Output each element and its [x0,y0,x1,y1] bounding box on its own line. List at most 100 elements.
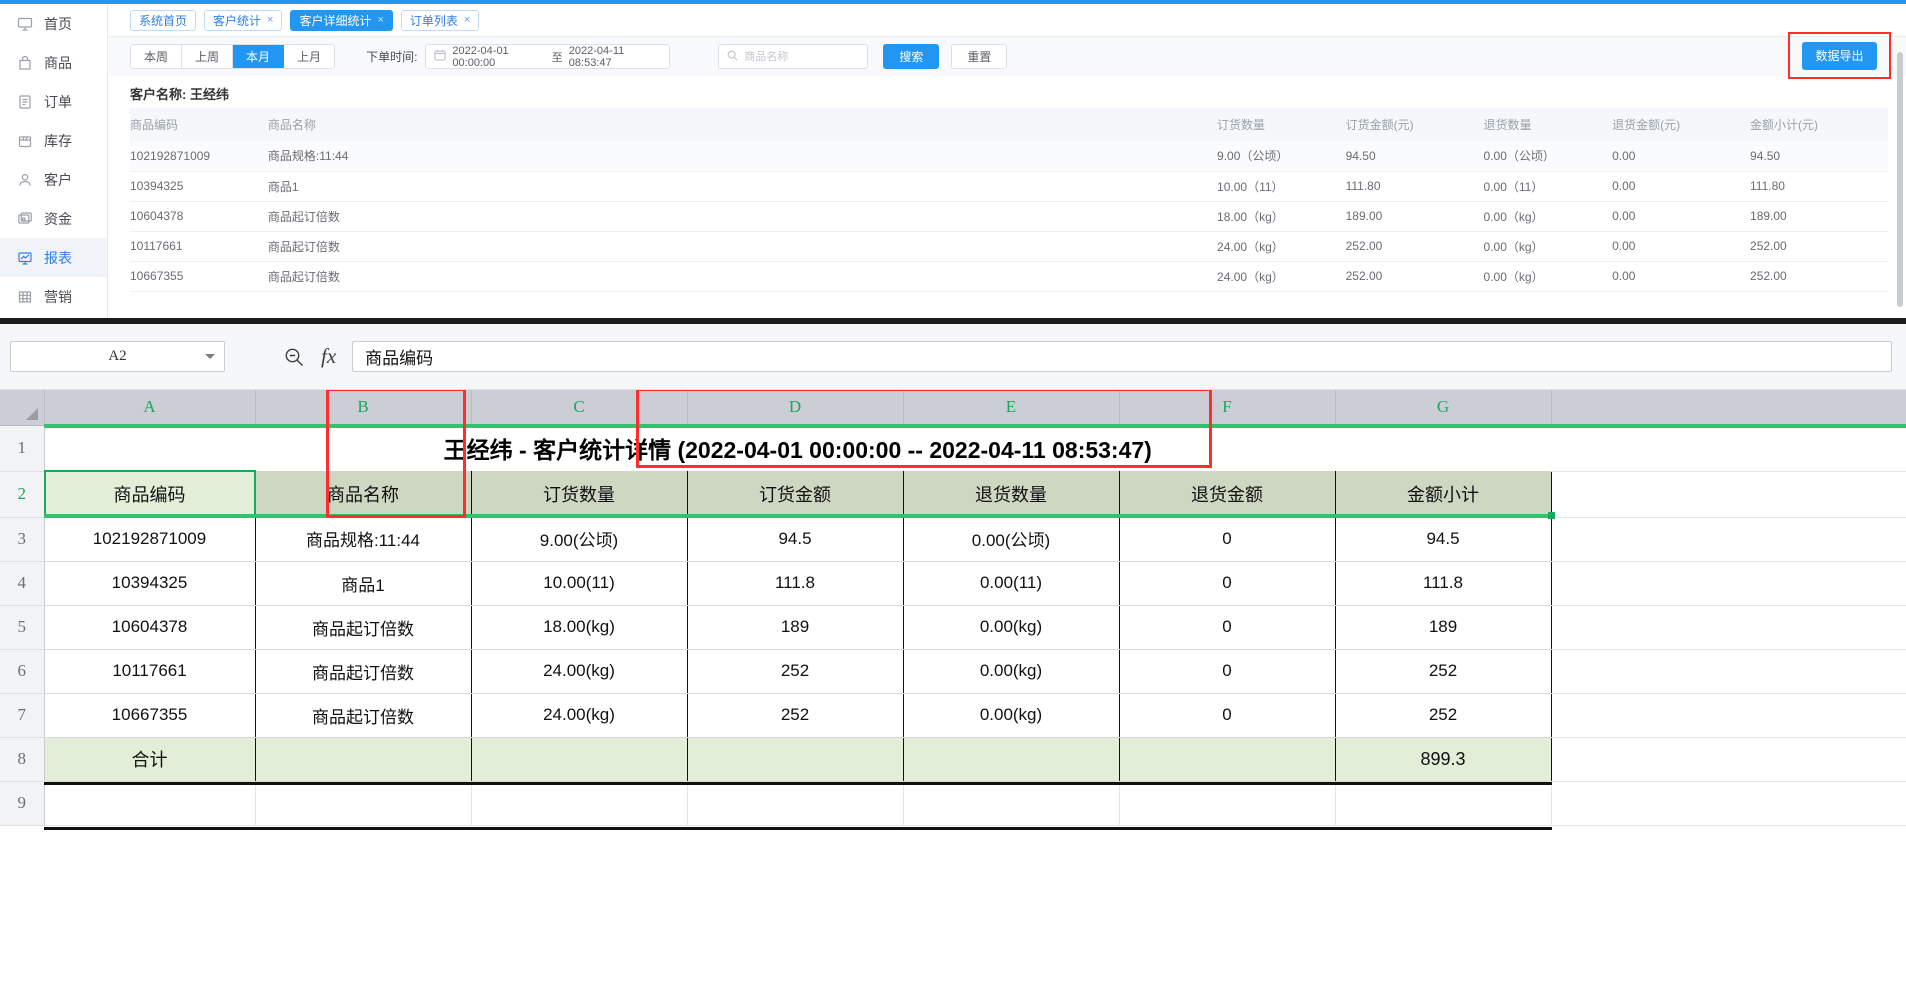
sheet-cell-f4[interactable]: 0 [1119,561,1335,605]
sheet-cell-b2[interactable]: 商品名称 [255,471,471,517]
sheet-cell-overflow[interactable] [1551,605,1906,649]
sidebar-item-finance[interactable]: 资金 [0,199,107,238]
sheet-cell-g6[interactable]: 252 [1335,649,1551,693]
sidebar-item-marketing[interactable]: 营销 [0,277,107,316]
select-all-corner[interactable] [0,390,44,425]
sheet-cell-a6[interactable]: 10117661 [44,649,255,693]
row-header-7[interactable]: 7 [0,693,44,737]
row-header-6[interactable]: 6 [0,649,44,693]
formula-input[interactable]: 商品编码 [352,341,1892,372]
sheet-cell-overflow[interactable] [1551,737,1906,781]
reset-button[interactable]: 重置 [951,44,1007,69]
app-scrollbar[interactable] [1897,52,1903,307]
close-icon[interactable]: × [377,14,383,26]
sheet-cell-d2[interactable]: 订货金额 [687,471,903,517]
sheet-cell-g3[interactable]: 94.5 [1335,517,1551,561]
tab-system-home[interactable]: 系统首页 [130,10,196,31]
sheet-cell-f9[interactable] [1119,781,1335,825]
sidebar-item-reports[interactable]: 报表 [0,238,107,277]
sheet-cell-a5[interactable]: 10604378 [44,605,255,649]
sheet-cell-f3[interactable]: 0 [1119,517,1335,561]
sheet-cell-e4[interactable]: 0.00(11) [903,561,1119,605]
sheet-cell-g4[interactable]: 111.8 [1335,561,1551,605]
sheet-cell-e9[interactable] [903,781,1119,825]
sheet-cell-b7[interactable]: 商品起订倍数 [255,693,471,737]
search-button[interactable]: 搜索 [883,44,939,69]
table-row[interactable]: 10667355 商品起订倍数 24.00（kg） 252.00 0.00（kg… [130,261,1888,291]
row-header-4[interactable]: 4 [0,561,44,605]
sheet-cell-a8[interactable]: 合计 [44,737,255,781]
sheet-cell-d5[interactable]: 189 [687,605,903,649]
column-header-c[interactable]: C [471,390,687,425]
tab-customer-stats[interactable]: 客户统计 × [204,10,282,31]
sheet-cell-b3[interactable]: 商品规格:11:44 [255,517,471,561]
chevron-down-icon[interactable] [205,354,215,359]
range-this-week[interactable]: 本周 [131,45,182,68]
sheet-cell-d8[interactable] [687,737,903,781]
name-box[interactable]: A2 [10,341,225,372]
col-header-product-code[interactable]: 商品编码 [130,108,268,141]
column-header-a[interactable]: A [44,390,255,425]
sidebar-item-orders[interactable]: 订单 [0,82,107,121]
zoom-search-icon[interactable] [283,346,305,368]
sheet-cell-overflow[interactable] [1551,649,1906,693]
row-header-5[interactable]: 5 [0,605,44,649]
col-header-product-name[interactable]: 商品名称 [268,108,1217,141]
sheet-cell-overflow[interactable] [1551,425,1906,471]
table-row[interactable]: 10604378 商品起订倍数 18.00（kg） 189.00 0.00（kg… [130,201,1888,231]
sheet-cell-overflow[interactable] [1551,517,1906,561]
col-header-amount-subtotal[interactable]: 金额小计(元) [1750,108,1888,141]
sheet-cell-e3[interactable]: 0.00(公顷) [903,517,1119,561]
sheet-cell-g7[interactable]: 252 [1335,693,1551,737]
sheet-cell-g5[interactable]: 189 [1335,605,1551,649]
sheet-cell-f6[interactable]: 0 [1119,649,1335,693]
sheet-cell-g9[interactable] [1335,781,1551,825]
sheet-cell-e7[interactable]: 0.00(kg) [903,693,1119,737]
column-header-g[interactable]: G [1335,390,1551,425]
range-last-month[interactable]: 上月 [284,45,334,68]
column-header-f[interactable]: F [1119,390,1335,425]
sheet-cell-a7[interactable]: 10667355 [44,693,255,737]
range-this-month[interactable]: 本月 [233,45,284,68]
sheet-cell-g8[interactable]: 899.3 [1335,737,1551,781]
sheet-cell-c8[interactable] [471,737,687,781]
sidebar-item-home[interactable]: 首页 [0,4,107,43]
col-header-return-qty[interactable]: 退货数量 [1484,108,1613,141]
tab-order-list[interactable]: 订单列表 × [401,10,479,31]
column-header-b[interactable]: B [255,390,471,425]
sheet-cell-a9[interactable] [44,781,255,825]
sheet-cell-c2[interactable]: 订货数量 [471,471,687,517]
data-export-button[interactable]: 数据导出 [1802,42,1876,70]
row-header-8[interactable]: 8 [0,737,44,781]
sheet-cell-a2[interactable]: 商品编码 [44,471,255,517]
table-row[interactable]: 102192871009 商品规格:11:44 9.00（公顷） 94.50 0… [130,141,1888,171]
sheet-cell-d7[interactable]: 252 [687,693,903,737]
close-icon[interactable]: × [267,14,273,26]
fx-icon[interactable]: fx [321,344,336,369]
sheet-cell-overflow[interactable] [1551,561,1906,605]
sheet-cell-b9[interactable] [255,781,471,825]
sheet-cell-e8[interactable] [903,737,1119,781]
sheet-cell-c5[interactable]: 18.00(kg) [471,605,687,649]
sheet-cell-b6[interactable]: 商品起订倍数 [255,649,471,693]
product-name-search-box[interactable] [718,44,868,69]
sheet-cell-f8[interactable] [1119,737,1335,781]
sheet-cell-d9[interactable] [687,781,903,825]
sheet-cell-b4[interactable]: 商品1 [255,561,471,605]
sheet-cell-e5[interactable]: 0.00(kg) [903,605,1119,649]
sheet-cell-d6[interactable]: 252 [687,649,903,693]
row-header-9[interactable]: 9 [0,781,44,825]
col-header-return-amount[interactable]: 退货金额(元) [1612,108,1750,141]
sheet-cell-c3[interactable]: 9.00(公顷) [471,517,687,561]
row-header-1[interactable]: 1 [0,425,44,471]
sheet-cell-overflow[interactable] [1551,471,1906,517]
close-icon[interactable]: × [464,14,470,26]
sheet-cell-c6[interactable]: 24.00(kg) [471,649,687,693]
date-range-picker[interactable]: 2022-04-01 00:00:00 至 2022-04-11 08:53:4… [425,44,670,69]
table-row[interactable]: 10394325 商品1 10.00（11） 111.80 0.00（11） 0… [130,171,1888,201]
col-header-order-qty[interactable]: 订货数量 [1217,108,1346,141]
sheet-cell-overflow[interactable] [1551,781,1906,825]
sheet-cell-a3[interactable]: 102192871009 [44,517,255,561]
column-header-d[interactable]: D [687,390,903,425]
sheet-cell-b5[interactable]: 商品起订倍数 [255,605,471,649]
